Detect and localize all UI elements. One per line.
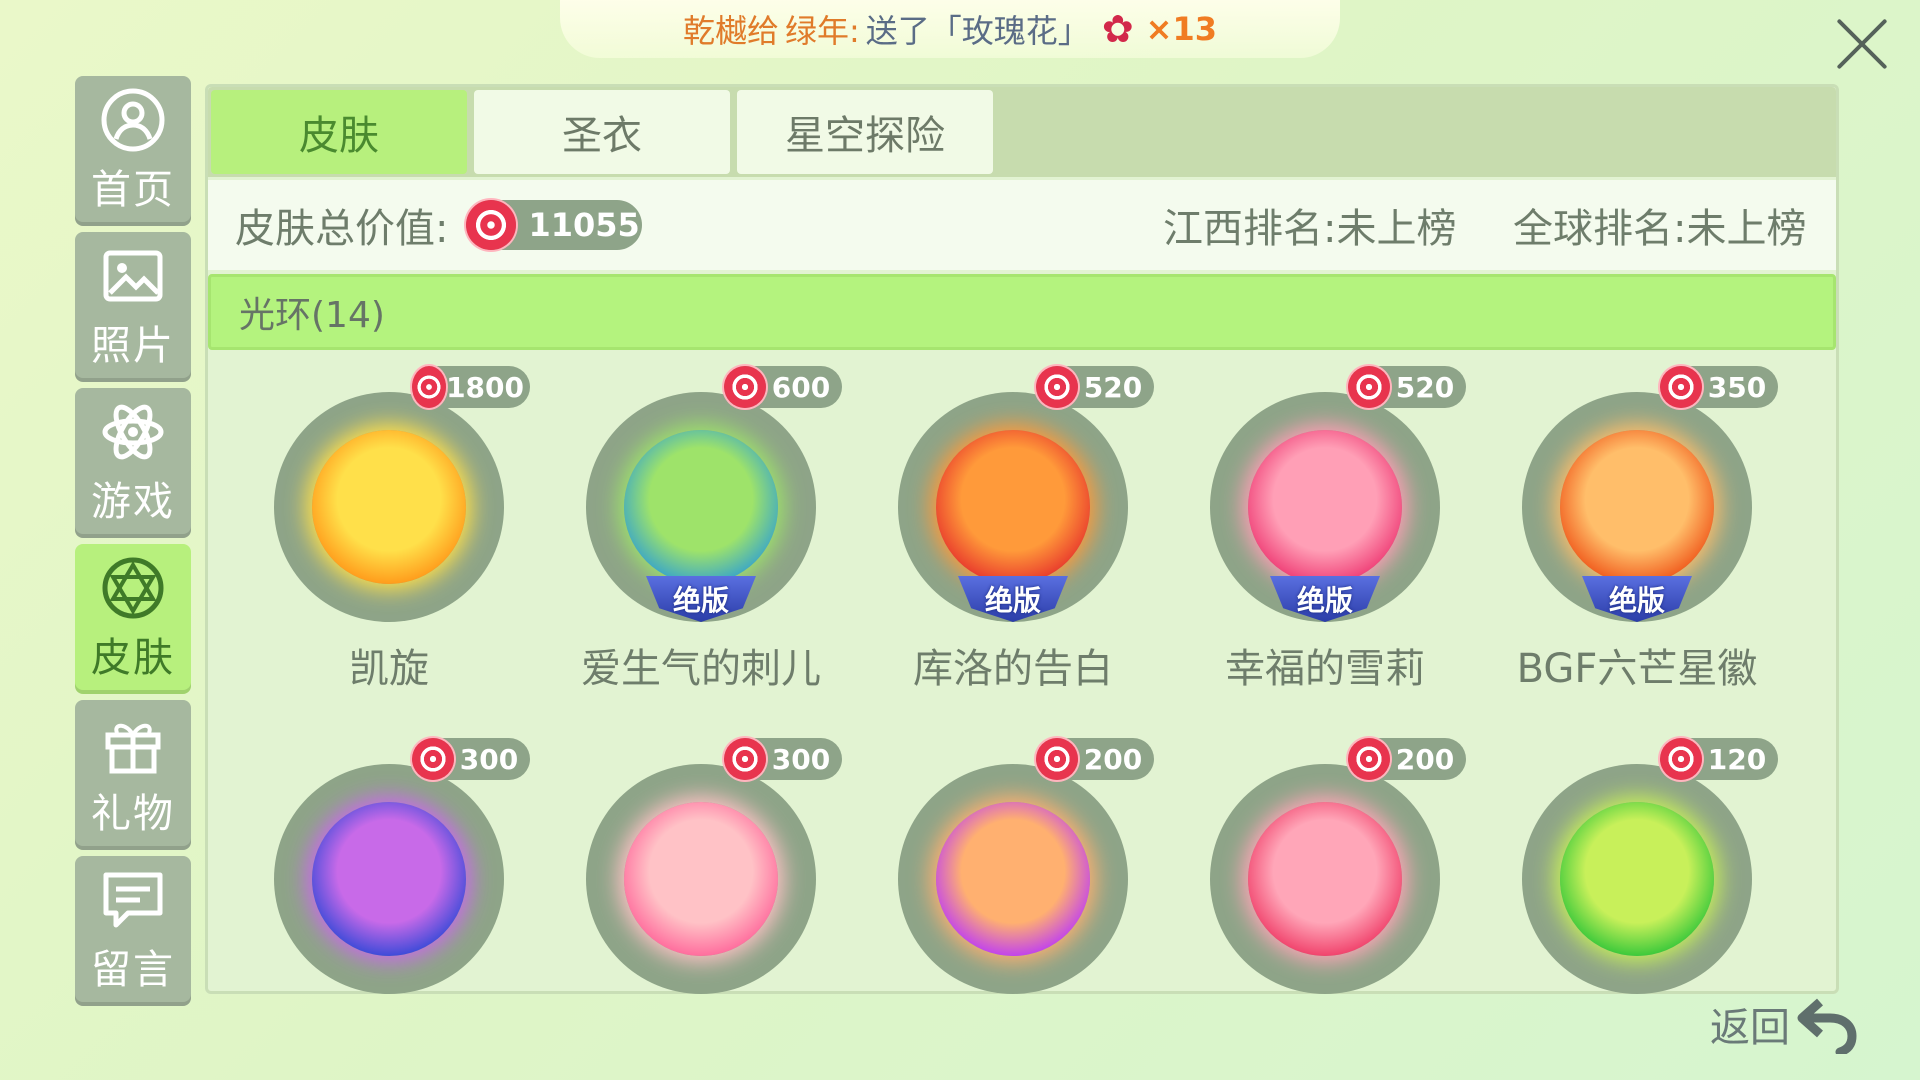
price-badge: 1800 [412, 366, 530, 408]
price-badge: 300 [412, 738, 530, 780]
profile-icon [101, 88, 165, 152]
sidebar-nav: 首页 照片 游戏 皮肤 礼物 留言 [75, 76, 191, 1012]
price-value: 300 [771, 742, 831, 776]
halo-preview-icon [1560, 802, 1714, 956]
price-value: 120 [1707, 742, 1767, 776]
halo-preview-icon [1248, 430, 1402, 584]
price-badge: 200 [1348, 738, 1466, 780]
sidebar-item-gifts[interactable]: 礼物 [75, 700, 191, 850]
banner-receiver: 绿年: [785, 12, 860, 50]
sidebar-item-photos[interactable]: 照片 [75, 232, 191, 382]
price-badge: 120 [1660, 738, 1778, 780]
skin-name: 凯旋 [349, 646, 429, 692]
skin-stats-bar: 皮肤总价值: 11055 江西排名:未上榜 全球排名:未上榜 [208, 180, 1836, 270]
candy-currency-icon [1348, 366, 1390, 408]
back-button[interactable]: 返回 [1710, 994, 1864, 1054]
section-header-halo: 光环(14) [208, 274, 1836, 350]
price-value: 1800 [446, 370, 524, 404]
skin-name: 幸福的雪莉 [1225, 646, 1425, 692]
rose-icon: ✿ [1101, 7, 1134, 51]
tab-star-adventure[interactable]: 星空探险 [737, 90, 993, 174]
close-icon[interactable] [1832, 14, 1892, 74]
skin-name: 爱生气的刺儿 [581, 646, 821, 692]
price-value: 600 [771, 370, 831, 404]
sidebar-item-label: 首页 [91, 167, 175, 213]
total-value-badge: 11055 [466, 200, 643, 250]
sidebar-item-home[interactable]: 首页 [75, 76, 191, 226]
price-badge: 520 [1036, 366, 1154, 408]
skin-icon [102, 557, 164, 619]
halo-preview-icon [312, 430, 466, 584]
candy-currency-icon [412, 738, 454, 780]
halo-preview-icon [936, 430, 1090, 584]
sidebar-item-label: 留言 [91, 947, 175, 993]
halo-preview-icon [936, 802, 1090, 956]
candy-currency-icon [1036, 366, 1078, 408]
total-value: 11055 [528, 206, 640, 244]
sidebar-item-label: 皮肤 [91, 635, 175, 681]
halo-preview-icon [624, 802, 778, 956]
banner-action: 送了「玫瑰花」 [865, 12, 1090, 50]
price-badge: 600 [724, 366, 842, 408]
region-rank: 江西排名:未上榜 [1163, 206, 1457, 252]
banner-count: ×13 [1145, 10, 1217, 48]
sidebar-item-label: 游戏 [91, 479, 175, 525]
candy-currency-icon [724, 738, 766, 780]
candy-currency-icon [1660, 366, 1702, 408]
price-value: 350 [1707, 370, 1767, 404]
price-badge: 200 [1036, 738, 1154, 780]
tab-bar: 皮肤 圣衣 星空探险 [208, 87, 1836, 177]
global-rank: 全球排名:未上榜 [1513, 206, 1807, 252]
photo-icon [103, 250, 163, 302]
price-value: 520 [1083, 370, 1143, 404]
price-value: 200 [1395, 742, 1455, 776]
back-label: 返回 [1710, 1005, 1790, 1051]
back-arrow-icon [1797, 998, 1857, 1054]
price-badge: 350 [1660, 366, 1778, 408]
total-value-label: 皮肤总价值: [235, 206, 449, 252]
atom-icon [102, 404, 164, 460]
message-icon [103, 872, 163, 928]
sidebar-item-skins[interactable]: 皮肤 [75, 544, 191, 694]
halo-preview-icon [1560, 430, 1714, 584]
skin-name: 库洛的告白 [913, 646, 1113, 692]
candy-currency-icon [412, 366, 447, 408]
price-badge: 300 [724, 738, 842, 780]
section-title: 光环(14) [239, 295, 385, 336]
candy-currency-icon [1348, 738, 1390, 780]
skin-name: BGF六芒星徽 [1516, 646, 1758, 692]
sidebar-item-label: 照片 [91, 323, 175, 369]
banner-sender: 乾樾给 [682, 12, 779, 50]
candy-currency-icon [1660, 738, 1702, 780]
tab-holy-cloth[interactable]: 圣衣 [474, 90, 730, 174]
halo-preview-icon [312, 802, 466, 956]
halo-preview-icon [1248, 802, 1402, 956]
candy-currency-icon [724, 366, 766, 408]
gift-icon [105, 723, 161, 774]
sidebar-item-label: 礼物 [91, 791, 175, 837]
sidebar-item-games[interactable]: 游戏 [75, 388, 191, 538]
gift-notification-banner: 乾樾给 绿年: 送了「玫瑰花」 ✿ ×13 [560, 0, 1340, 58]
skin-panel: 皮肤 圣衣 星空探险 皮肤总价值: 11055 江西排名:未上榜 全球排名:未上… [205, 84, 1839, 994]
price-badge: 520 [1348, 366, 1466, 408]
price-value: 300 [459, 742, 519, 776]
candy-currency-icon [466, 200, 517, 250]
halo-preview-icon [624, 430, 778, 584]
price-value: 200 [1083, 742, 1143, 776]
tab-skins[interactable]: 皮肤 [211, 90, 467, 174]
sidebar-item-messages[interactable]: 留言 [75, 856, 191, 1006]
candy-currency-icon [1036, 738, 1078, 780]
price-value: 520 [1395, 370, 1455, 404]
